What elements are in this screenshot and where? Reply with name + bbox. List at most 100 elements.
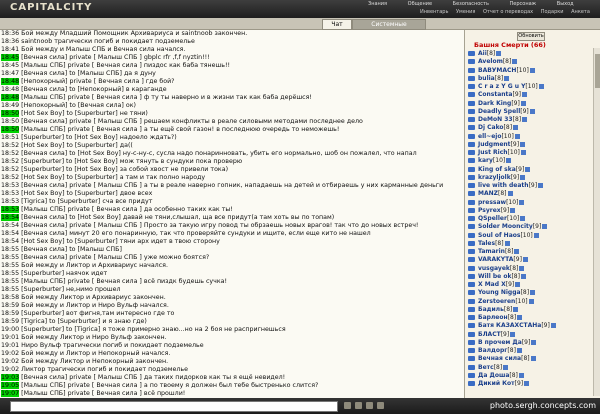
- player-name[interactable]: Батя КАЗАХСТАНа: [478, 322, 541, 329]
- player-info-icon[interactable]: [519, 265, 525, 271]
- player-name[interactable]: live with death: [478, 182, 529, 189]
- player-name[interactable]: Dj Cako: [478, 124, 504, 131]
- player-info-icon[interactable]: [520, 150, 526, 155]
- player-item[interactable]: Tales[8]: [465, 240, 593, 248]
- player-info-icon[interactable]: [520, 216, 526, 221]
- player-item[interactable]: Soul of Haos[10]: [465, 232, 593, 240]
- tab-chat[interactable]: Чат: [322, 19, 352, 30]
- player-item[interactable]: krazyljolk[9]: [465, 174, 593, 182]
- player-name[interactable]: Dark King: [478, 100, 511, 107]
- player-item[interactable]: C r a z Y G u Y[10]: [465, 83, 593, 91]
- player-name[interactable]: Soul of Haos: [478, 232, 520, 239]
- player-item[interactable]: Young Nigga[8]: [465, 289, 593, 297]
- player-name[interactable]: pressaw: [478, 199, 506, 206]
- menu-item-character[interactable]: Персонаж: [510, 1, 537, 7]
- player-info-icon[interactable]: [515, 282, 521, 287]
- player-info-icon[interactable]: [538, 183, 544, 188]
- player-name[interactable]: БЛАСТ: [478, 331, 501, 338]
- player-item[interactable]: Батя КАЗАХСТАНа[9]: [465, 322, 593, 330]
- player-item[interactable]: Aii[8]: [465, 50, 593, 58]
- player-name[interactable]: Aii: [478, 50, 487, 57]
- player-info-icon[interactable]: [514, 133, 520, 139]
- smile-icon[interactable]: [355, 402, 362, 409]
- player-info-icon[interactable]: [520, 141, 526, 147]
- player-name[interactable]: King of ska: [478, 166, 516, 173]
- player-info-icon[interactable]: [530, 356, 536, 362]
- player-info-icon[interactable]: [520, 174, 526, 180]
- player-info-icon[interactable]: [513, 306, 519, 312]
- player-name[interactable]: Tamarin: [478, 248, 505, 255]
- player-name[interactable]: Валдорг: [478, 347, 507, 354]
- player-info-icon[interactable]: [542, 224, 548, 230]
- player-name[interactable]: Ветс: [478, 364, 494, 371]
- player-info-icon[interactable]: [531, 339, 537, 345]
- player-name[interactable]: Бадиль: [478, 306, 504, 313]
- clear-icon[interactable]: [366, 402, 373, 409]
- player-info-icon[interactable]: [513, 125, 519, 131]
- player-info-icon[interactable]: [533, 232, 539, 238]
- player-info-icon[interactable]: [550, 323, 556, 329]
- menu-item-knowledge[interactable]: Знания: [368, 1, 387, 7]
- player-info-icon[interactable]: [516, 348, 522, 353]
- player-info-icon[interactable]: [519, 199, 525, 205]
- sub-item-inventory[interactable]: Инвентарь: [420, 9, 448, 15]
- player-info-icon[interactable]: [528, 298, 534, 304]
- player-item[interactable]: Just Rich[10]: [465, 149, 593, 157]
- player-item[interactable]: live with death[9]: [465, 182, 593, 190]
- player-info-icon[interactable]: [525, 166, 531, 172]
- player-item[interactable]: БЛАСТ[9]: [465, 331, 593, 339]
- player-name[interactable]: Да Доша: [478, 372, 509, 379]
- chat-input[interactable]: [10, 401, 338, 412]
- player-name[interactable]: DeMoN 33: [478, 116, 513, 123]
- player-item[interactable]: Dark King[9]: [465, 100, 593, 108]
- player-info-icon[interactable]: [529, 67, 535, 73]
- player-info-icon[interactable]: [530, 290, 536, 296]
- send-icon[interactable]: [344, 402, 351, 409]
- player-name[interactable]: Дикий Кот: [478, 380, 515, 387]
- player-name[interactable]: vusgayek: [478, 265, 510, 272]
- player-info-icon[interactable]: [524, 381, 530, 386]
- player-info-icon[interactable]: [521, 92, 527, 98]
- player-item[interactable]: Бадиль[8]: [465, 306, 593, 314]
- player-name[interactable]: MANZ: [478, 190, 498, 197]
- settings-icon[interactable]: [377, 402, 384, 409]
- player-item[interactable]: Ветс[8]: [465, 364, 593, 372]
- player-name[interactable]: Constanta: [478, 91, 512, 98]
- player-item[interactable]: Вечная сила[8]: [465, 355, 593, 363]
- player-item[interactable]: Tamarin[8]: [465, 248, 593, 256]
- player-item[interactable]: bulia[8]: [465, 75, 593, 83]
- player-item[interactable]: MANZ[8]: [465, 190, 593, 198]
- player-name[interactable]: kary: [478, 157, 493, 164]
- player-name[interactable]: krazyljolk: [478, 174, 511, 181]
- player-item[interactable]: Валдорг[8]: [465, 347, 593, 355]
- player-info-icon[interactable]: [514, 249, 520, 254]
- player-name[interactable]: Avelom: [478, 58, 503, 65]
- player-info-icon[interactable]: [517, 315, 523, 320]
- player-name[interactable]: VARAKYTA: [478, 256, 513, 263]
- player-item[interactable]: Да Доша[8]: [465, 372, 593, 380]
- player-name[interactable]: X Mad X: [478, 281, 506, 288]
- player-item[interactable]: VARAKYTA[9]: [465, 256, 593, 264]
- player-info-icon[interactable]: [504, 240, 510, 246]
- player-item[interactable]: Judgment[9]: [465, 141, 593, 149]
- player-info-icon[interactable]: [507, 191, 513, 197]
- player-item[interactable]: pressaw[10]: [465, 199, 593, 207]
- player-item[interactable]: Zerstoeren[10]: [465, 298, 593, 306]
- player-info-icon[interactable]: [510, 207, 516, 213]
- player-item[interactable]: King of ska[9]: [465, 166, 593, 174]
- player-item[interactable]: Deadly Spell[9]: [465, 108, 593, 116]
- player-info-icon[interactable]: [520, 273, 526, 279]
- player-info-icon[interactable]: [522, 257, 528, 263]
- player-info-icon[interactable]: [522, 117, 528, 122]
- player-item[interactable]: ell~ejo[10]: [465, 133, 593, 141]
- player-name[interactable]: Just Rich: [478, 149, 508, 156]
- player-info-icon[interactable]: [504, 75, 510, 81]
- player-name[interactable]: В прочем Да: [478, 339, 522, 346]
- player-name[interactable]: Psyrex: [478, 207, 501, 214]
- player-item[interactable]: Dj Cako[8]: [465, 124, 593, 132]
- tab-system-messages[interactable]: Системные сообщения: [352, 19, 426, 37]
- sub-item-transfer-report[interactable]: Отчет о переводах: [483, 9, 533, 15]
- player-info-icon[interactable]: [506, 158, 512, 164]
- player-info-icon[interactable]: [529, 108, 535, 114]
- player-name[interactable]: C r a z Y G u Y: [478, 83, 525, 90]
